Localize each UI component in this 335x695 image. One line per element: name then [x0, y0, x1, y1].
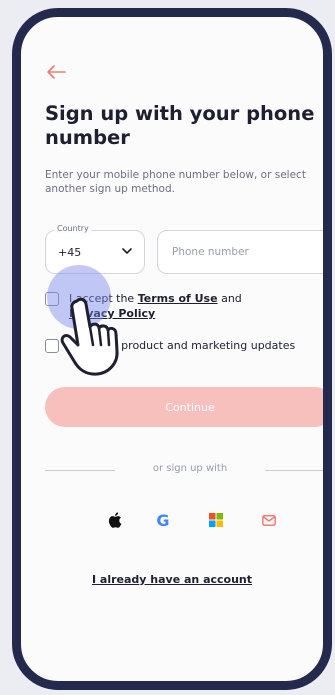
mail-icon [262, 514, 276, 526]
divider-line-right [265, 470, 323, 471]
phone-frame: Sign up with your phone number Enter you… [12, 8, 332, 690]
terms-of-use-link[interactable]: Terms of Use [138, 292, 218, 305]
google-icon: G [156, 510, 170, 530]
social-divider: or sign up with [45, 463, 323, 477]
phone-number-input[interactable] [157, 230, 323, 274]
signup-screen: Sign up with your phone number Enter you… [21, 17, 323, 681]
email-signup-button[interactable] [254, 505, 284, 535]
chevron-down-icon [122, 248, 132, 254]
google-signup-button[interactable]: G [148, 505, 178, 535]
microsoft-icon [209, 513, 223, 527]
country-value: +45 [58, 246, 82, 259]
country-select[interactable]: Country +45 [45, 224, 145, 274]
arrow-left-icon[interactable] [45, 63, 67, 81]
page-subtitle: Enter your mobile phone number below, or… [45, 169, 306, 195]
apple-signup-button[interactable] [100, 505, 130, 535]
pointer-hand-icon [60, 297, 119, 376]
existing-account-link[interactable]: I already have an account [21, 573, 323, 586]
apple-icon [108, 512, 122, 528]
terms-middle: and [217, 292, 242, 305]
country-label: Country [54, 224, 92, 233]
continue-button[interactable]: Continue [45, 387, 323, 427]
microsoft-signup-button[interactable] [201, 505, 231, 535]
divider-label: or sign up with [152, 463, 228, 474]
page-title: Sign up with your phone number [45, 102, 315, 149]
